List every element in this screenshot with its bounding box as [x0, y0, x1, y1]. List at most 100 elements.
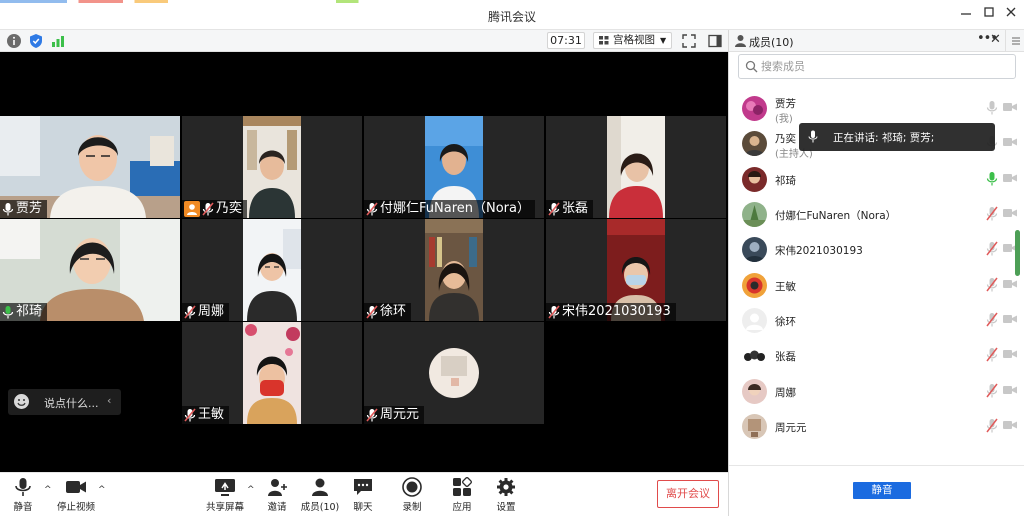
- app-title: 腾讯会议: [487, 10, 536, 24]
- settings-button[interactable]: 设置: [492, 477, 520, 513]
- fullscreen-icon[interactable]: [681, 33, 697, 49]
- view-mode-select[interactable]: 宫格视图 ▼: [593, 32, 672, 49]
- video-options-caret[interactable]: ^: [98, 485, 106, 495]
- share-screen-button[interactable]: 共享屏幕: [205, 477, 245, 513]
- mute-options-caret[interactable]: ^: [44, 485, 52, 495]
- member-name: 张磊: [775, 351, 796, 363]
- member-row[interactable]: 宋伟2021030193: [729, 233, 1019, 267]
- microphone-muted-icon[interactable]: [986, 277, 998, 292]
- member-row[interactable]: 徐环: [729, 304, 1019, 338]
- sidebar-toggle-icon[interactable]: [707, 33, 723, 49]
- camera-icon[interactable]: [1003, 349, 1017, 359]
- info-icon[interactable]: [6, 33, 22, 49]
- microphone-muted-icon[interactable]: [986, 241, 998, 256]
- tile-name-tag: 周元元: [364, 406, 425, 424]
- member-name: 王敏: [775, 281, 796, 293]
- chat-quick-input[interactable]: 说点什么... ‹: [8, 389, 121, 415]
- member-avatar: [742, 167, 767, 192]
- microphone-muted-icon[interactable]: [986, 347, 998, 362]
- microphone-active-icon[interactable]: [986, 171, 998, 186]
- camera-icon[interactable]: [1003, 314, 1017, 324]
- mute-all-button[interactable]: 静音: [853, 482, 911, 499]
- camera-icon[interactable]: [1003, 102, 1017, 112]
- shield-icon[interactable]: [28, 33, 44, 49]
- microphone-muted-icon[interactable]: [986, 312, 998, 327]
- video-tile[interactable]: 徐环: [364, 219, 544, 321]
- member-avatar: [742, 273, 767, 298]
- member-panel: 成员(10) ••• ✕ 贾芳 (我) 乃奕 (主持人) 祁琦 付娜仁FuNar…: [728, 30, 1024, 516]
- tile-name-tag: 贾芳: [0, 200, 48, 218]
- video-tile[interactable]: 张磊: [546, 116, 726, 218]
- member-avatar: [742, 131, 767, 156]
- member-row[interactable]: 周元元: [729, 410, 1019, 444]
- member-row[interactable]: 王敏: [729, 269, 1019, 303]
- menu-icon: [1012, 37, 1020, 45]
- microphone-muted-icon[interactable]: [986, 418, 998, 433]
- close-panel-icon[interactable]: ✕: [990, 32, 1001, 47]
- member-row[interactable]: 祁琦: [729, 163, 1019, 197]
- leave-meeting-button[interactable]: 离开会议: [657, 480, 719, 508]
- member-row[interactable]: 周娜: [729, 375, 1019, 409]
- microphone-active-icon: [2, 306, 14, 319]
- close-icon: [1006, 7, 1016, 17]
- close-window-button[interactable]: [1002, 6, 1020, 24]
- members-button[interactable]: 成员(10): [300, 477, 340, 513]
- apps-button[interactable]: 应用: [448, 477, 476, 513]
- share-screen-icon: [215, 479, 235, 496]
- member-search-input[interactable]: [761, 58, 1011, 75]
- video-tile[interactable]: 宋伟2021030193: [546, 219, 726, 321]
- microphone-muted-icon: [548, 305, 560, 319]
- invite-button[interactable]: 邀请: [262, 477, 292, 513]
- members-icon: [312, 478, 328, 496]
- chevron-left-icon[interactable]: ‹: [107, 394, 111, 407]
- emoji-icon[interactable]: [14, 394, 29, 409]
- speaking-indicator-tooltip: 正在讲话: 祁琦; 贾芳;: [799, 123, 995, 151]
- video-tile[interactable]: 周元元: [364, 322, 544, 424]
- maximize-button[interactable]: [980, 6, 998, 24]
- apps-icon: [453, 477, 472, 496]
- microphone-muted-icon: [548, 202, 560, 216]
- grid-icon: [599, 36, 609, 45]
- chat-placeholder: 说点什么...: [44, 397, 99, 410]
- microphone-muted-icon: [366, 305, 378, 319]
- camera-icon[interactable]: [1003, 279, 1017, 289]
- member-name: 周娜: [775, 387, 796, 399]
- minimize-button[interactable]: [957, 6, 975, 24]
- record-button[interactable]: 录制: [398, 477, 426, 513]
- video-tile[interactable]: 祁琦: [0, 219, 180, 321]
- microphone-muted-icon[interactable]: [986, 206, 998, 221]
- video-tile[interactable]: 周娜: [182, 219, 362, 321]
- microphone-muted-icon[interactable]: [986, 383, 998, 398]
- camera-icon[interactable]: [1003, 173, 1017, 183]
- camera-icon[interactable]: [1003, 420, 1017, 430]
- video-tile[interactable]: 贾芳: [0, 116, 180, 218]
- camera-icon[interactable]: [1003, 137, 1017, 147]
- meeting-toolbar: 静音 ^ 停止视频 ^ 共享屏幕 ^ 邀请 成员(10) 聊天 录制 应用 设置…: [0, 472, 728, 516]
- camera-icon[interactable]: [1003, 208, 1017, 218]
- signal-icon[interactable]: [50, 33, 66, 49]
- camera-icon[interactable]: [1003, 385, 1017, 395]
- member-search-field[interactable]: [738, 54, 1016, 79]
- microphone-icon: [808, 130, 818, 143]
- mute-button[interactable]: 静音: [8, 477, 38, 513]
- member-row[interactable]: 付娜仁FuNaren（Nora）: [729, 198, 1019, 232]
- member-row[interactable]: 张磊: [729, 339, 1019, 373]
- tile-name-tag: 张磊: [546, 200, 594, 218]
- share-options-caret[interactable]: ^: [247, 485, 255, 495]
- member-list-scrollbar[interactable]: [1015, 230, 1020, 276]
- panel-menu-button[interactable]: [1005, 30, 1024, 52]
- stop-video-button[interactable]: 停止视频: [54, 477, 98, 513]
- member-tag: (我): [775, 114, 793, 125]
- video-tile[interactable]: 乃奕: [182, 116, 362, 218]
- video-grid: 贾芳 乃奕 付娜仁FuNaren（Nora） 张磊 祁琦 周娜 徐环 宋伟202…: [0, 52, 728, 472]
- video-tile[interactable]: 王敏: [182, 322, 362, 424]
- search-icon: [745, 60, 758, 73]
- video-tile[interactable]: 付娜仁FuNaren（Nora）: [364, 116, 544, 218]
- member-row[interactable]: 贾芳 (我): [729, 92, 1019, 126]
- chat-button[interactable]: 聊天: [349, 477, 377, 513]
- tile-name-tag: 乃奕: [182, 200, 248, 218]
- microphone-icon: [15, 478, 31, 496]
- chevron-down-icon: ▼: [660, 36, 667, 45]
- video-feed-zhanglei: [607, 116, 665, 218]
- microphone-icon[interactable]: [986, 100, 998, 115]
